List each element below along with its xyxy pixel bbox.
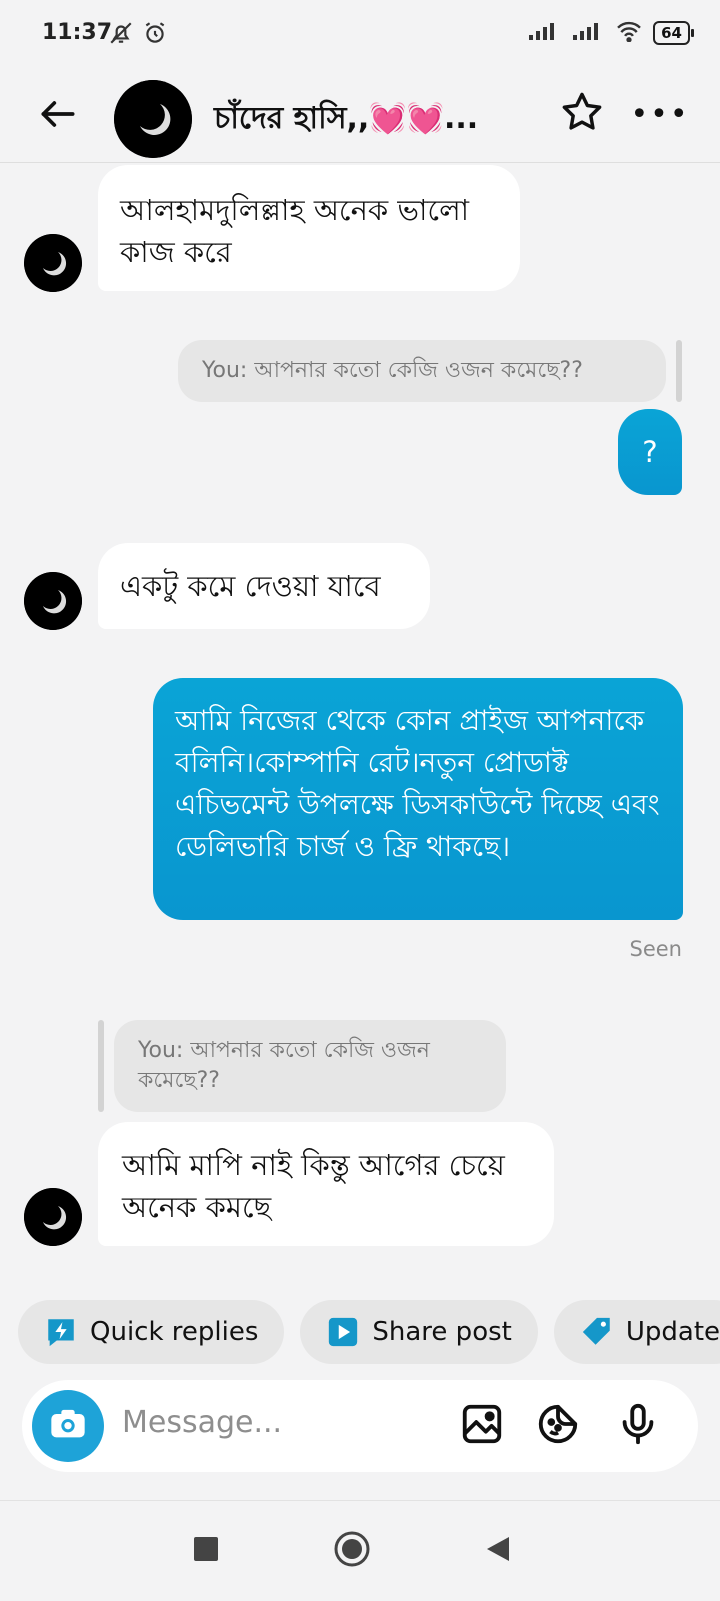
sticker-button[interactable]: [534, 1402, 582, 1450]
share-post-chip[interactable]: Share post: [300, 1300, 538, 1364]
message-received[interactable]: আমি মাপি নাই কিন্তু আগের চেয়ে অনেক কমছে: [98, 1122, 554, 1246]
play-square-icon: [326, 1315, 360, 1349]
back-button[interactable]: [30, 88, 86, 144]
message-text: একটু কমে দেওয়া যাবে: [120, 569, 381, 603]
message-composer: [22, 1380, 698, 1472]
reply-preview-text: You: আপনার কতো কেজি ওজন কমেছে??: [202, 358, 583, 383]
camera-button[interactable]: [32, 1390, 104, 1462]
signal-icon: [527, 20, 561, 46]
recents-button[interactable]: [182, 1527, 230, 1575]
status-bar: 11:37 64: [0, 0, 720, 70]
more-options-button[interactable]: •••: [630, 86, 690, 142]
message-sent[interactable]: আমি নিজের থেকে কোন প্রাইজ আপনাকে বলিনি।ক…: [153, 678, 683, 920]
camera-icon: [48, 1404, 88, 1448]
favorite-button[interactable]: [554, 86, 610, 142]
sender-avatar[interactable]: [24, 572, 82, 630]
quick-actions-bar: Quick replies Share post Update: [18, 1300, 720, 1364]
update-chip[interactable]: Update: [553, 1300, 720, 1364]
sticker-icon: [535, 1401, 581, 1451]
reply-preview[interactable]: You: আপনার কতো কেজি ওজন কমেছে??: [178, 340, 666, 402]
message-text: আলহামদুলিল্লাহ অনেক ভালো কাজ করে: [120, 193, 470, 269]
wifi-icon: [615, 20, 643, 46]
triangle-back-icon: [485, 1535, 511, 1567]
sender-avatar[interactable]: [24, 234, 82, 292]
message-received[interactable]: একটু কমে দেওয়া যাবে: [98, 543, 430, 629]
reply-indicator-bar: [676, 340, 682, 402]
microphone-icon: [615, 1401, 661, 1451]
message-text: ?: [642, 435, 658, 469]
alarm-icon: [142, 20, 168, 50]
chat-header: চাঁদের হাসি,,💓💓... •••: [0, 70, 720, 163]
message-received[interactable]: আলহামদুলিল্লাহ অনেক ভালো কাজ করে: [98, 165, 520, 291]
system-nav-bar: [0, 1500, 720, 1601]
circle-icon: [333, 1530, 371, 1572]
voice-message-button[interactable]: [614, 1402, 662, 1450]
chip-label: Share post: [372, 1317, 512, 1347]
home-button[interactable]: [328, 1527, 376, 1575]
chip-label: Quick replies: [90, 1317, 259, 1347]
contact-avatar[interactable]: [114, 80, 192, 158]
signal-icon-2: [571, 20, 605, 46]
chat-title[interactable]: চাঁদের হাসি,,💓💓...: [214, 94, 478, 145]
more-horizontal-icon: •••: [630, 96, 690, 132]
chip-label: Update: [625, 1317, 720, 1347]
square-icon: [193, 1536, 219, 1566]
reply-preview-text: You: আপনার কতো কেজি ওজন কমেছে??: [138, 1038, 430, 1093]
lightning-bubble-icon: [44, 1315, 78, 1349]
tag-icon: [580, 1315, 614, 1349]
gallery-button[interactable]: [458, 1402, 506, 1450]
reply-indicator-bar: [98, 1020, 104, 1112]
image-icon: [459, 1401, 505, 1451]
quick-replies-chip[interactable]: Quick replies: [18, 1300, 285, 1364]
battery-indicator: 64: [653, 21, 694, 45]
reply-preview[interactable]: You: আপনার কতো কেজি ওজন কমেছে??: [114, 1020, 506, 1112]
message-sent[interactable]: ?: [618, 409, 682, 495]
arrow-left-icon: [36, 92, 80, 140]
sender-avatar[interactable]: [24, 1188, 82, 1246]
notifications-off-icon: [108, 20, 134, 50]
message-input[interactable]: [120, 1404, 424, 1441]
back-nav-button[interactable]: [474, 1527, 522, 1575]
status-time: 11:37: [42, 20, 113, 45]
message-text: আমি নিজের থেকে কোন প্রাইজ আপনাকে বলিনি।ক…: [175, 704, 660, 863]
seen-status: Seen: [629, 937, 682, 961]
message-text: আমি মাপি নাই কিন্তু আগের চেয়ে অনেক কমছে: [122, 1148, 505, 1224]
star-outline-icon: [559, 89, 605, 139]
